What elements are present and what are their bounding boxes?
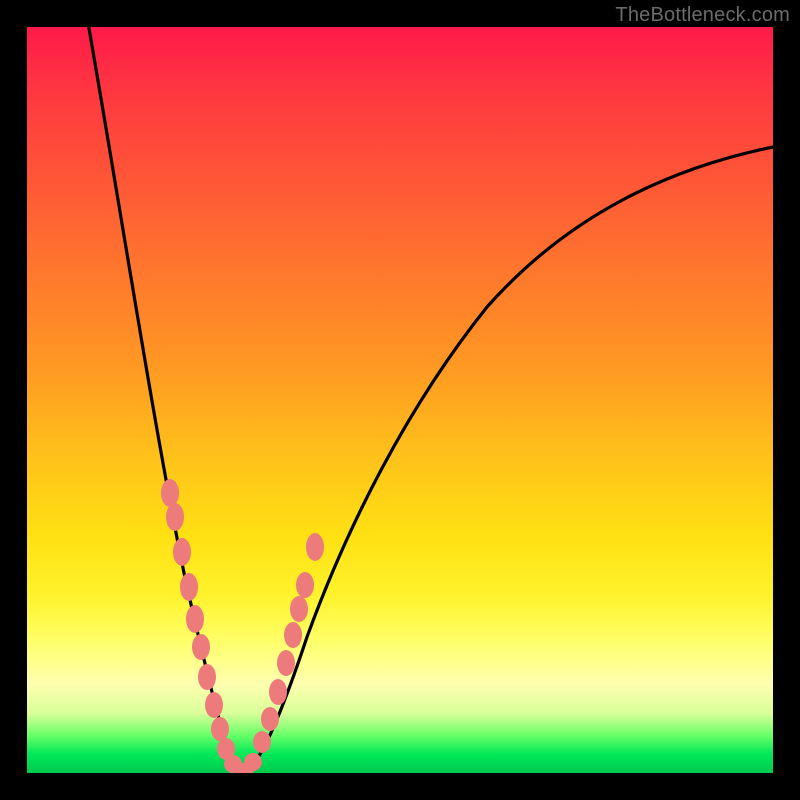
watermark-text: TheBottleneck.com	[615, 4, 790, 27]
curve-right	[243, 145, 773, 772]
curve-layer	[27, 27, 773, 773]
marker-group	[161, 479, 324, 773]
outer-frame: TheBottleneck.com	[0, 0, 800, 800]
curve-left	[87, 27, 243, 772]
plot-area	[27, 27, 773, 773]
